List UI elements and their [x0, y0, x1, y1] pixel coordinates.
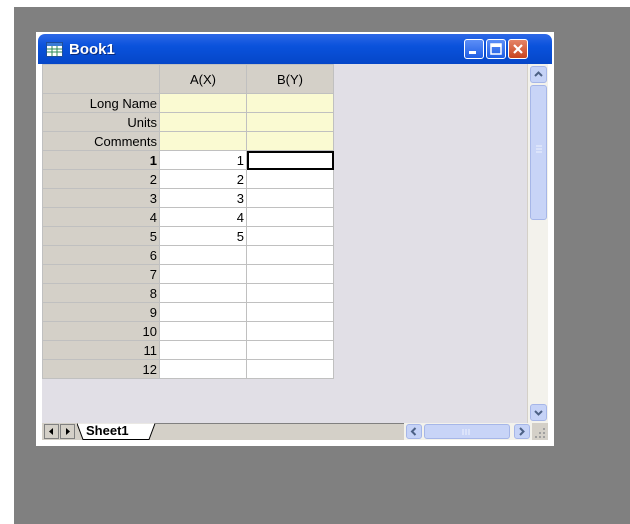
- row-header-long-name[interactable]: Long Name: [42, 93, 160, 113]
- scroll-right-button[interactable]: [514, 424, 530, 439]
- cell-a[interactable]: 4: [159, 207, 247, 227]
- row-header[interactable]: 10: [42, 321, 160, 341]
- cell-b[interactable]: [246, 264, 334, 284]
- scroll-down-icon: [534, 410, 543, 416]
- cell-a[interactable]: [159, 283, 247, 303]
- next-sheet-button[interactable]: [60, 424, 75, 439]
- cell-b[interactable]: [246, 245, 334, 265]
- cell-a-units[interactable]: [159, 112, 247, 132]
- worksheet-grid: A(X) B(Y) Long Name Units Comments 1 1 2…: [42, 64, 527, 423]
- cell-a[interactable]: [159, 245, 247, 265]
- cell-a[interactable]: 1: [159, 150, 247, 170]
- grid-corner[interactable]: [42, 64, 160, 94]
- sheet-tab-sheet1[interactable]: Sheet1: [86, 423, 129, 438]
- cell-b[interactable]: [246, 226, 334, 246]
- vertical-scrollbar[interactable]: [528, 64, 548, 423]
- row-header[interactable]: 9: [42, 302, 160, 322]
- cell-a[interactable]: 5: [159, 226, 247, 246]
- scroll-right-icon: [519, 427, 525, 436]
- triangle-left-icon: [49, 428, 53, 435]
- row-header[interactable]: 4: [42, 207, 160, 227]
- scroll-left-icon: [410, 427, 417, 436]
- cell-b-active[interactable]: [246, 150, 334, 170]
- worksheet-client-area: A(X) B(Y) Long Name Units Comments 1 1 2…: [42, 64, 548, 440]
- row-header[interactable]: 3: [42, 188, 160, 208]
- window-title: Book1: [69, 41, 115, 58]
- cell-b[interactable]: [246, 169, 334, 189]
- thumb-grip-icon: [462, 429, 470, 435]
- cell-b[interactable]: [246, 321, 334, 341]
- cell-a[interactable]: [159, 359, 247, 379]
- minimize-icon: [469, 51, 476, 54]
- cell-b[interactable]: [246, 188, 334, 208]
- maximize-icon: [490, 43, 502, 55]
- scroll-left-button[interactable]: [406, 424, 422, 439]
- thumb-grip-icon: [536, 145, 542, 153]
- cell-b[interactable]: [246, 340, 334, 360]
- cell-b[interactable]: [246, 302, 334, 322]
- size-grip-icon[interactable]: [532, 423, 548, 440]
- scroll-down-button[interactable]: [530, 404, 547, 421]
- row-header[interactable]: 1: [42, 150, 160, 170]
- scroll-up-icon: [534, 71, 543, 77]
- row-header[interactable]: 11: [42, 340, 160, 360]
- cell-a[interactable]: [159, 340, 247, 360]
- worksheet-icon: [46, 42, 63, 62]
- cell-a[interactable]: 3: [159, 188, 247, 208]
- row-header-units[interactable]: Units: [42, 112, 160, 132]
- cell-a-long-name[interactable]: [159, 93, 247, 113]
- row-header[interactable]: 2: [42, 169, 160, 189]
- triangle-right-icon: [66, 428, 70, 435]
- minimize-button[interactable]: [464, 39, 484, 59]
- cell-a[interactable]: [159, 264, 247, 284]
- close-button[interactable]: [508, 39, 528, 59]
- column-header-a[interactable]: A(X): [159, 64, 247, 94]
- close-icon: [513, 44, 523, 54]
- maximize-button[interactable]: [486, 39, 506, 59]
- row-header[interactable]: 8: [42, 283, 160, 303]
- row-header-comments[interactable]: Comments: [42, 131, 160, 151]
- title-bar[interactable]: Book1: [38, 34, 552, 64]
- vertical-scroll-thumb[interactable]: [530, 85, 547, 220]
- cell-b[interactable]: [246, 283, 334, 303]
- cell-b-units[interactable]: [246, 112, 334, 132]
- cell-a[interactable]: 2: [159, 169, 247, 189]
- cell-a-comments[interactable]: [159, 131, 247, 151]
- workbook-window: Book1 A(X) B(Y) Long Name Units Comments…: [36, 32, 554, 446]
- horizontal-scroll-thumb[interactable]: [424, 424, 510, 439]
- cell-b-comments[interactable]: [246, 131, 334, 151]
- row-header[interactable]: 7: [42, 264, 160, 284]
- column-header-b[interactable]: B(Y): [246, 64, 334, 94]
- row-header[interactable]: 6: [42, 245, 160, 265]
- prev-sheet-button[interactable]: [44, 424, 59, 439]
- cell-b[interactable]: [246, 359, 334, 379]
- row-header[interactable]: 12: [42, 359, 160, 379]
- row-header[interactable]: 5: [42, 226, 160, 246]
- sheet-tab-bar: Sheet1: [42, 423, 548, 440]
- cell-b-long-name[interactable]: [246, 93, 334, 113]
- cell-a[interactable]: [159, 302, 247, 322]
- cell-b[interactable]: [246, 207, 334, 227]
- scroll-up-button[interactable]: [530, 66, 547, 83]
- cell-a[interactable]: [159, 321, 247, 341]
- horizontal-scrollbar[interactable]: [404, 423, 532, 440]
